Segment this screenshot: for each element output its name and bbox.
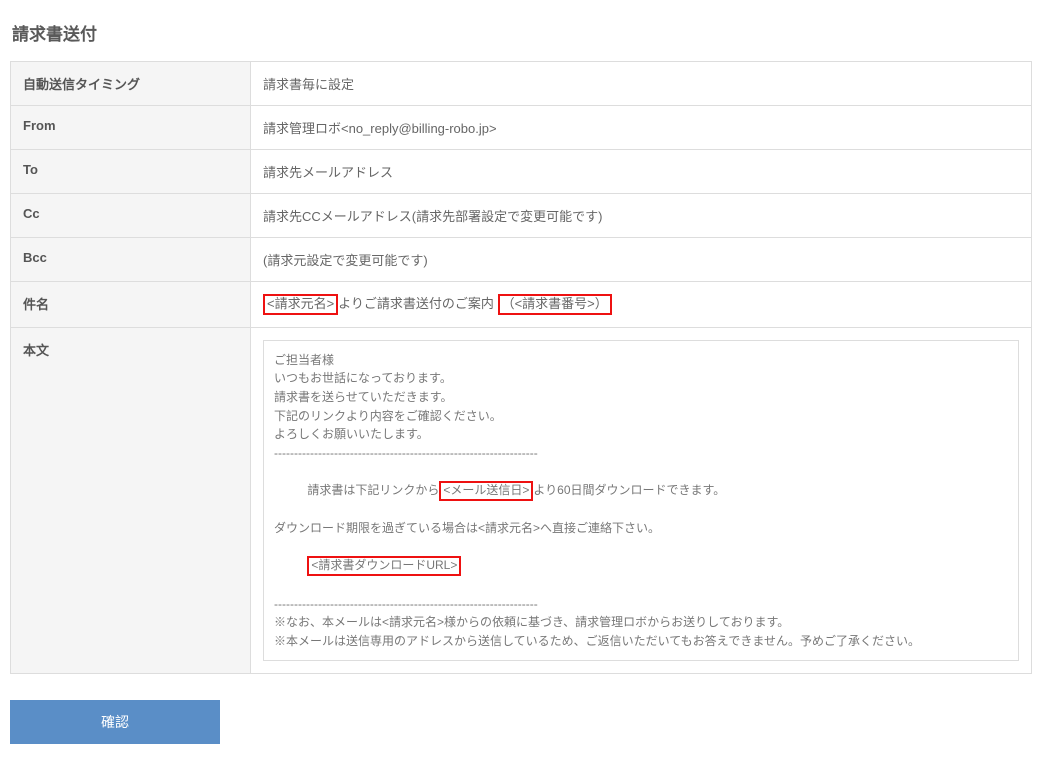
body-line: 請求書を送らせていただきます。 (274, 388, 1008, 407)
body-line: 下記のリンクより内容をご確認ください。 (274, 407, 1008, 426)
body-divider: ----------------------------------------… (274, 595, 1008, 614)
label-timing: 自動送信タイミング (11, 62, 251, 106)
subject-text-mid: よりご請求書送付のご案内 (338, 296, 494, 311)
body-token-send-date: <メール送信日> (439, 481, 533, 501)
subject-token-invoice-no: （<請求書番号>） (498, 294, 612, 315)
body-divider: ----------------------------------------… (274, 444, 1008, 463)
value-bcc: (請求元設定で変更可能です) (251, 238, 1032, 282)
body-line: ダウンロード期限を過ぎている場合は<請求元名>へ直接ご連絡下さい。 (274, 519, 1008, 538)
mail-settings-table: 自動送信タイミング 請求書毎に設定 From 請求管理ロボ<no_reply@b… (10, 61, 1032, 674)
body-line: ご担当者様 (274, 351, 1008, 370)
page-title: 請求書送付 (12, 20, 1032, 45)
body-line: よろしくお願いいたします。 (274, 425, 1008, 444)
label-from: From (11, 106, 251, 150)
value-subject: <請求元名>よりご請求書送付のご案内 （<請求書番号>） (251, 282, 1032, 328)
label-subject: 件名 (11, 282, 251, 328)
body-line: 請求書は下記リンクから<メール送信日>より60日間ダウンロードできます。 (274, 462, 1008, 519)
value-cc: 請求先CCメールアドレス(請求先部署設定で変更可能です) (251, 194, 1032, 238)
value-body: ご担当者様 いつもお世話になっております。 請求書を送らせていただきます。 下記… (251, 327, 1032, 674)
body-token-download-url: <請求書ダウンロードURL> (307, 556, 461, 576)
subject-token-sender: <請求元名> (263, 294, 338, 315)
label-bcc: Bcc (11, 238, 251, 282)
mail-body-preview: ご担当者様 いつもお世話になっております。 請求書を送らせていただきます。 下記… (263, 340, 1019, 662)
value-from: 請求管理ロボ<no_reply@billing-robo.jp> (251, 106, 1032, 150)
body-note: ※本メールは送信専用のアドレスから送信しているため、ご返信いただいてもお答えでき… (274, 632, 1008, 651)
body-text: 請求書は下記リンクから (307, 483, 439, 497)
body-text: より60日間ダウンロードできます。 (533, 483, 725, 497)
body-line: いつもお世話になっております。 (274, 369, 1008, 388)
label-body: 本文 (11, 327, 251, 674)
body-line: <請求書ダウンロードURL> (274, 538, 1008, 595)
body-note: ※なお、本メールは<請求元名>様からの依頼に基づき、請求管理ロボからお送りしてお… (274, 613, 1008, 632)
confirm-button[interactable]: 確認 (10, 700, 220, 744)
label-to: To (11, 150, 251, 194)
value-to: 請求先メールアドレス (251, 150, 1032, 194)
label-cc: Cc (11, 194, 251, 238)
value-timing: 請求書毎に設定 (251, 62, 1032, 106)
